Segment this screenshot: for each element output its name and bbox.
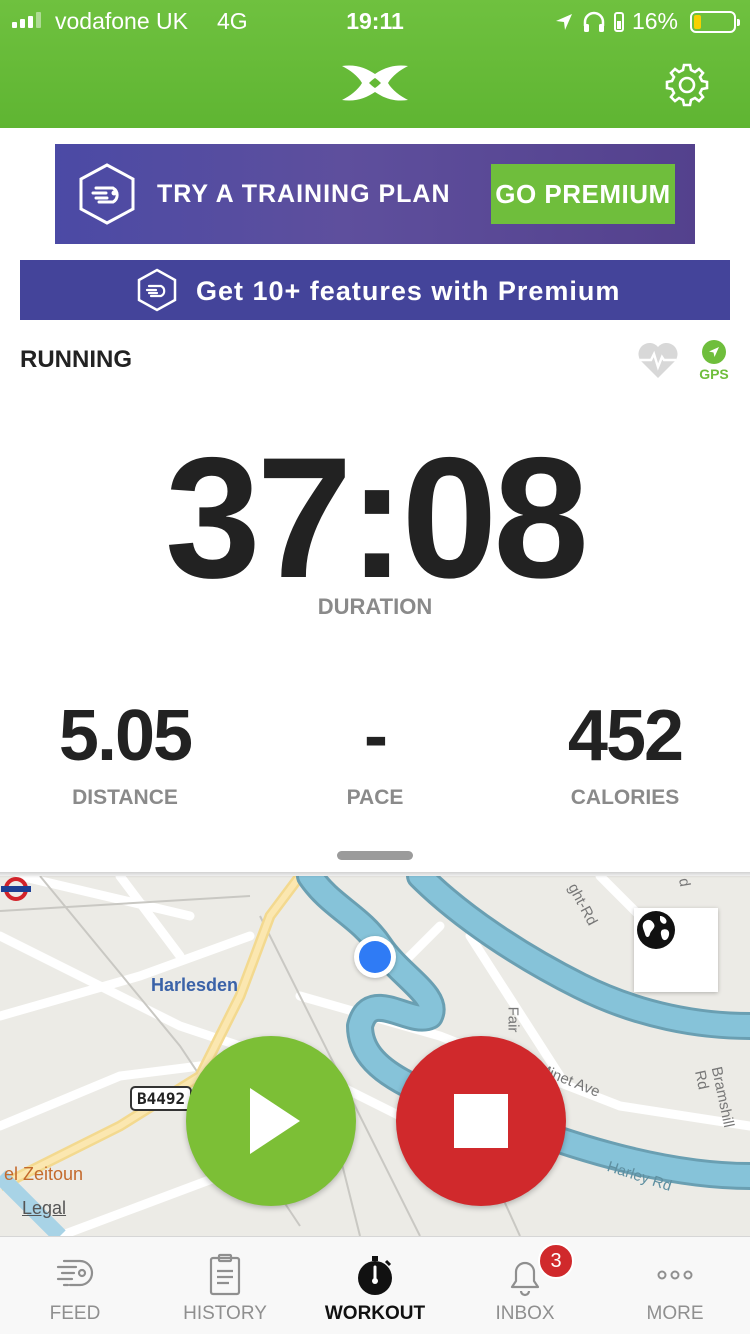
tab-label: MORE (646, 1303, 704, 1324)
tab-label: HISTORY (183, 1303, 267, 1324)
location-arrow-icon (555, 13, 572, 30)
pace-value: - (364, 696, 388, 776)
map-type-button[interactable] (634, 908, 718, 992)
tab-history[interactable]: HISTORY (150, 1237, 300, 1334)
place-label-zeitoun: el Zeitoun (4, 1164, 84, 1184)
status-bar: vodafone UK 4G 19:11 16% (0, 0, 750, 42)
gps-indicator: GPS (698, 340, 730, 382)
globe-icon (637, 911, 675, 949)
tab-more[interactable]: MORE (600, 1237, 750, 1334)
map-legal-link[interactable]: Legal (22, 1198, 66, 1219)
premium-hex-icon (137, 268, 177, 312)
under-armour-logo[interactable] (338, 62, 412, 104)
distance-label: DISTANCE (72, 786, 178, 809)
gear-icon[interactable] (664, 62, 710, 108)
more-dots-icon (657, 1270, 693, 1280)
duration-label: DURATION (317, 594, 433, 619)
pace-stat: - PACE (250, 700, 500, 810)
heart-rate-icon[interactable] (636, 340, 680, 380)
gps-label: GPS (699, 366, 729, 382)
premium-features-bar[interactable]: Get 10+ features with Premium (20, 260, 730, 320)
feed-icon (56, 1259, 94, 1287)
inbox-badge: 3 (538, 1243, 574, 1279)
resume-button[interactable] (186, 1036, 356, 1206)
pace-label: PACE (346, 786, 404, 809)
history-clipboard-icon (209, 1253, 241, 1296)
premium-hex-icon (79, 163, 135, 225)
duration-value: 37:08 (165, 422, 589, 614)
premium-features-label: Get 10+ features with Premium (196, 276, 621, 306)
tab-label: WORKOUT (324, 1303, 426, 1324)
tab-workout[interactable]: WORKOUT (300, 1237, 450, 1334)
battery-percent: 16% (631, 8, 678, 34)
tab-label: INBOX (495, 1303, 555, 1324)
underground-station-icon (1, 877, 31, 901)
activity-type[interactable]: RUNNING (20, 346, 132, 374)
status-right: 16% (554, 8, 740, 35)
promo-text: TRY A TRAINING PLAN (157, 180, 451, 208)
route-map[interactable]: Harlesden B4492 el Zeitoun Legal ght-Rd … (0, 876, 750, 1236)
distance-value: 5.05 (58, 696, 193, 776)
play-icon (250, 1088, 300, 1154)
sheet-shadow (0, 872, 750, 878)
stop-button[interactable] (396, 1036, 566, 1206)
place-label-harlesden: Harlesden (151, 975, 239, 995)
go-premium-button[interactable]: GO PREMIUM (491, 164, 675, 224)
distance-stat: 5.05 DISTANCE (0, 700, 250, 810)
tab-bar: FEED HISTORY WORKOUT 3 INBOX MORE (0, 1236, 750, 1334)
street-label: Fair (504, 1006, 522, 1033)
gps-icon (702, 340, 726, 364)
tab-feed[interactable]: FEED (0, 1237, 150, 1334)
stop-icon (454, 1094, 508, 1148)
battery-icon (690, 10, 740, 33)
calories-label: CALORIES (570, 786, 680, 809)
road-number-badge: B4492 (130, 1086, 193, 1111)
tab-inbox[interactable]: 3 INBOX (450, 1237, 600, 1334)
current-location-dot (354, 936, 396, 978)
headphones-icon (583, 11, 605, 32)
stopwatch-icon (358, 1256, 392, 1295)
battery-small-icon (613, 11, 624, 32)
app-header: vodafone UK 4G 19:11 16% (0, 0, 750, 128)
training-plan-banner[interactable]: TRY A TRAINING PLAN GO PREMIUM (55, 144, 695, 244)
tab-label: FEED (49, 1303, 101, 1324)
calories-stat: 452 CALORIES (500, 700, 750, 810)
sheet-drag-handle[interactable] (337, 851, 413, 860)
calories-value: 452 (567, 696, 684, 776)
